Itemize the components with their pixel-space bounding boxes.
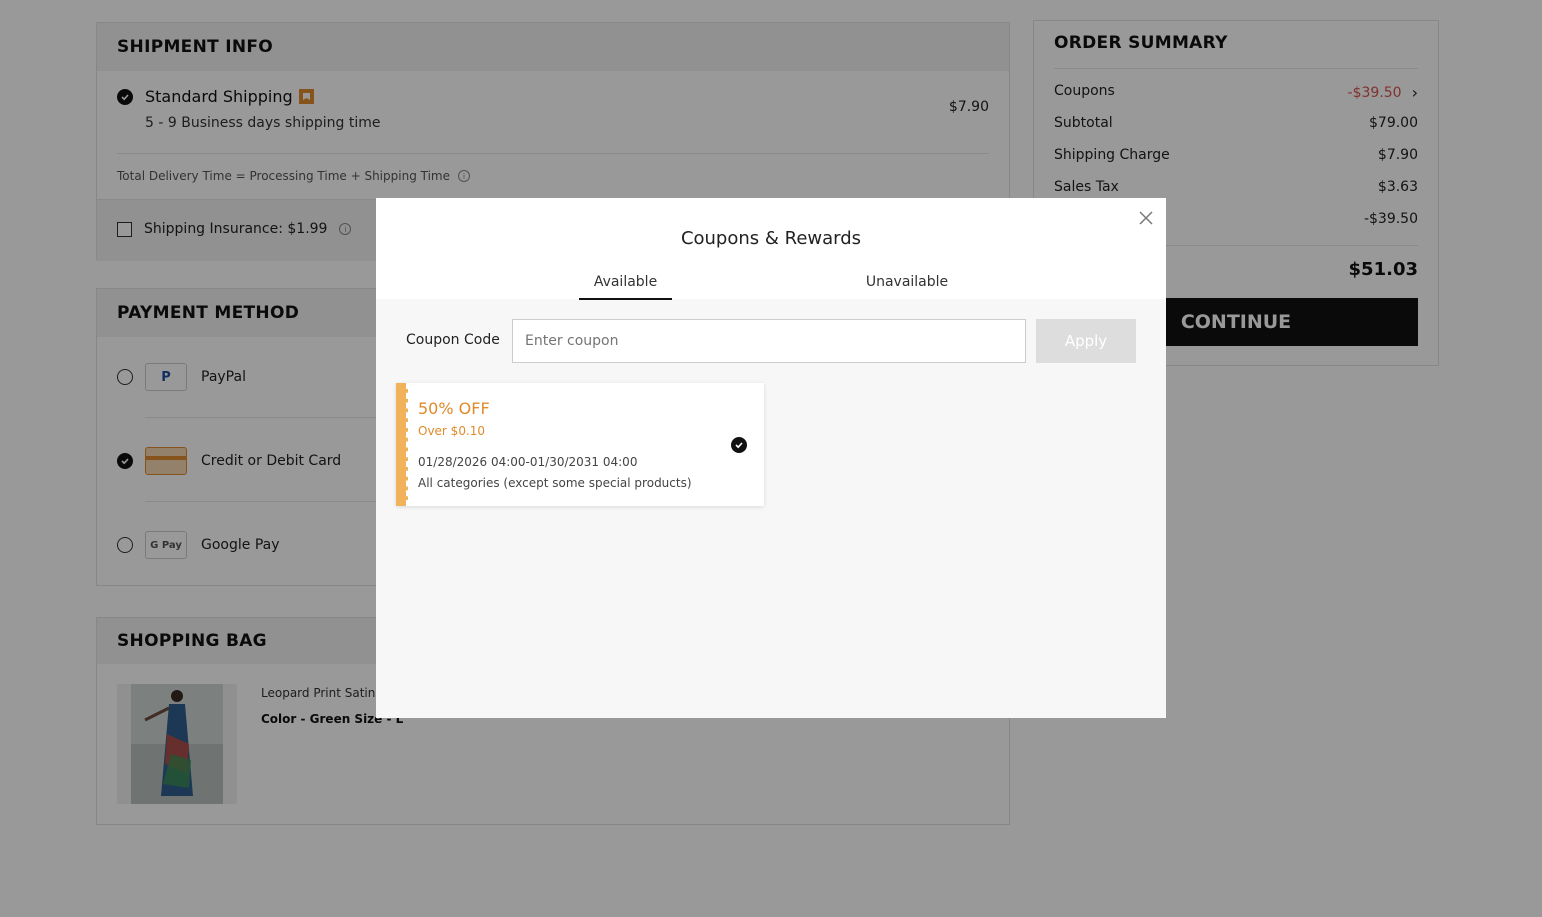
- coupon-stripe: [396, 383, 408, 506]
- close-icon[interactable]: [1138, 210, 1154, 226]
- apply-button[interactable]: Apply: [1036, 319, 1136, 363]
- checkout-page: SHIPMENT INFO Standard Shipping 5 - 9 Bu…: [0, 0, 1542, 917]
- coupon-title: 50% OFF: [418, 399, 490, 418]
- coupon-validity: 01/28/2026 04:00-01/30/2031 04:00: [418, 455, 638, 469]
- coupons-modal: Coupons & Rewards Available Unavailable …: [376, 198, 1166, 718]
- coupon-condition: Over $0.10: [418, 424, 486, 438]
- coupon-code-label: Coupon Code: [406, 332, 500, 348]
- tab-unavailable[interactable]: Unavailable: [854, 274, 960, 298]
- coupon-selected-check-icon[interactable]: [731, 437, 747, 453]
- tab-available[interactable]: Available: [579, 274, 672, 300]
- modal-title: Coupons & Rewards: [680, 228, 862, 249]
- coupon-card[interactable]: 50% OFF Over $0.10 01/28/2026 04:00-01/3…: [396, 383, 764, 506]
- coupon-scope: All categories (except some special prod…: [418, 476, 692, 490]
- coupon-code-input[interactable]: [512, 319, 1026, 363]
